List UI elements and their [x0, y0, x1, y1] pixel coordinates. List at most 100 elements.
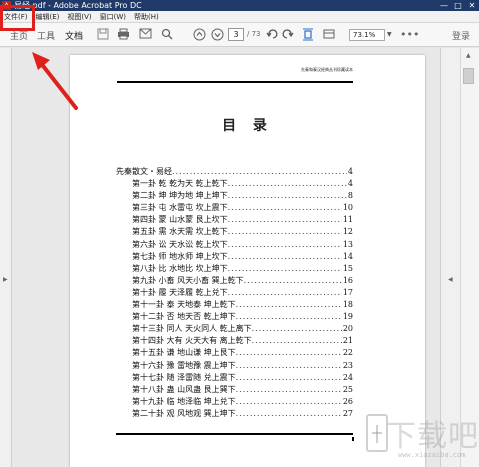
- toc-entry[interactable]: 第十八卦 蛊 山风蛊 艮上巽下 25: [116, 384, 353, 396]
- toc-entry[interactable]: 第十四卦 大有 火天大有 离上乾下 21: [116, 335, 353, 347]
- toc-entry-page: 4: [347, 167, 353, 176]
- expand-right-panel-icon[interactable]: ◀: [448, 276, 453, 283]
- menu-bar: 文件(F) 编辑(E) 视图(V) 窗口(W) 帮助(H): [0, 11, 479, 23]
- toc-entry-title: 第十一卦 泰 天地泰 坤上乾下: [132, 300, 236, 310]
- toc-entry[interactable]: 第四卦 蒙 山水蒙 艮上坎下 11: [116, 214, 353, 226]
- toc-entry[interactable]: 第三卦 屯 水雷屯 坎上震下 10: [116, 202, 353, 214]
- toc-entry-page: 20: [342, 324, 353, 334]
- close-button[interactable]: ✕: [465, 0, 479, 11]
- toc-entry-title: 第十四卦 大有 火天大有 离上乾下: [132, 336, 252, 346]
- email-icon[interactable]: [139, 28, 152, 41]
- toc-leader-dots: [236, 408, 342, 420]
- toc-leader-dots: [236, 372, 342, 384]
- toc-entry[interactable]: 第十二卦 否 地天否 乾上坤下 19: [116, 311, 353, 323]
- menu-window[interactable]: 窗口(W): [96, 11, 130, 22]
- toc-leader-dots: [252, 323, 342, 335]
- footer-mark: [352, 437, 354, 441]
- more-icon[interactable]: •••: [400, 28, 419, 41]
- minimize-button[interactable]: —: [437, 0, 451, 11]
- toc-leader-dots: [228, 190, 347, 202]
- running-head: 先秦和秦汉经典丛刊珍藏读本: [301, 67, 353, 72]
- toc-entry-page: 14: [342, 251, 353, 261]
- maximize-button[interactable]: □: [451, 0, 465, 11]
- rotate-left-icon[interactable]: [266, 28, 279, 41]
- toc-entry-page: 12: [342, 227, 353, 237]
- toc-leader-dots: [228, 178, 347, 190]
- menu-help[interactable]: 帮助(H): [130, 11, 163, 22]
- menu-view[interactable]: 视图(V): [63, 11, 95, 22]
- toc-entry[interactable]: 第十卦 履 天泽履 乾上兑下 17: [116, 287, 353, 299]
- header-rule: [117, 81, 353, 83]
- search-icon[interactable]: [160, 28, 173, 41]
- toc-leader-dots: [228, 251, 342, 263]
- toc-leader-dots: [228, 214, 342, 226]
- toc-entry-page: 23: [342, 360, 353, 370]
- scroll-thumb[interactable]: [463, 68, 474, 84]
- toc-entry-page: 26: [342, 396, 353, 406]
- zoom-input[interactable]: 73.1%: [349, 29, 385, 41]
- toc-entry-title: 第十六卦 豫 雷地豫 震上坤下: [132, 360, 236, 370]
- watermark: 下载吧 www.xiazaiba.com: [360, 405, 478, 465]
- toc-entry[interactable]: 第十三卦 同人 天火同人 乾上离下 20: [116, 323, 353, 335]
- highlight-box: [0, 5, 35, 31]
- toc-entry-page: 13: [342, 239, 353, 249]
- toc-entry-title: 第十卦 履 天泽履 乾上兑下: [132, 287, 228, 297]
- toc-leader-dots: [236, 396, 342, 408]
- toc-entry[interactable]: 第十六卦 豫 雷地豫 震上坤下 23: [116, 360, 353, 372]
- toc-entry[interactable]: 第八卦 比 水地比 坎上坤下 15: [116, 263, 353, 275]
- toc-leader-dots: [228, 226, 342, 238]
- toc-entry-title: 第八卦 比 水地比 坎上坤下: [132, 263, 228, 273]
- toc-entry[interactable]: 第一卦 乾 乾为天 乾上乾下 4: [116, 178, 353, 190]
- toc-entry[interactable]: 第十七卦 随 泽雷随 兑上震下 24: [116, 372, 353, 384]
- toc-entry[interactable]: 第二卦 坤 坤为地 坤上坤下 8: [116, 190, 353, 202]
- toc-entry[interactable]: 第十一卦 泰 天地泰 坤上乾下 18: [116, 299, 353, 311]
- toc-entry-title: 第十七卦 随 泽雷随 兑上震下: [132, 372, 236, 382]
- watermark-url: www.xiazaiba.com: [398, 451, 466, 459]
- scroll-up-icon[interactable]: ▲: [466, 52, 471, 59]
- toc-leader-dots: [244, 275, 342, 287]
- watermark-text: 下载吧: [386, 419, 479, 454]
- zoom-dropdown-icon[interactable]: ▼: [387, 29, 395, 41]
- tab-tools[interactable]: 工具: [37, 29, 55, 42]
- fit-page-icon[interactable]: [301, 28, 314, 41]
- toc-entry-title: 第十九卦 临 地泽临 坤上兑下: [132, 396, 236, 406]
- reading-mode-icon[interactable]: [322, 28, 335, 41]
- toc-entry-title: 第十八卦 蛊 山风蛊 艮上巽下: [132, 384, 236, 394]
- print-icon[interactable]: [117, 28, 130, 41]
- rotate-right-icon[interactable]: [281, 28, 294, 41]
- save-icon[interactable]: [96, 28, 109, 41]
- toc-entry-page: 18: [342, 300, 353, 310]
- toc-entry-page: 8: [347, 191, 353, 201]
- toc-entry-page: 25: [342, 384, 353, 394]
- toc-entry-title: 先秦散文・易经: [116, 167, 172, 176]
- toc-leader-dots: [236, 311, 342, 323]
- toc-entry-page: 10: [342, 203, 353, 213]
- toc-entry-page: 22: [342, 348, 353, 358]
- toc-entry[interactable]: 第五卦 需 水天需 坎上乾下 12: [116, 226, 353, 238]
- toc-entry-title: 第七卦 师 地水师 坤上坎下: [132, 251, 228, 261]
- toc-entry-page: 21: [342, 336, 353, 346]
- toc-entry[interactable]: 第十九卦 临 地泽临 坤上兑下 26: [116, 396, 353, 408]
- page-number-input[interactable]: 3: [228, 28, 244, 41]
- expand-left-panel-icon[interactable]: ▶: [3, 276, 8, 283]
- toc-entry-page: 16: [342, 275, 353, 285]
- toc-entry[interactable]: 第六卦 讼 天水讼 乾上坎下 13: [116, 239, 353, 251]
- toc-entry[interactable]: 第九卦 小畜 风天小畜 巽上乾下 16: [116, 275, 353, 287]
- toc-entry[interactable]: 第七卦 师 地水师 坤上坎下 14: [116, 251, 353, 263]
- toc-entry-title: 第十三卦 同人 天火同人 乾上离下: [132, 324, 252, 334]
- login-button[interactable]: 登录: [452, 29, 470, 42]
- left-panel-collapsed[interactable]: ▶: [0, 48, 12, 467]
- menu-edit[interactable]: 编辑(E): [32, 11, 64, 22]
- toolbar: 主页 工具 文档 3 / 73 73.1% ▼ ••• 登录: [0, 23, 479, 47]
- toc-entry-title: 第三卦 屯 水雷屯 坎上震下: [132, 203, 228, 213]
- window-controls: — □ ✕: [437, 0, 479, 11]
- page-total: / 73: [247, 30, 261, 38]
- page-down-icon[interactable]: [211, 28, 224, 41]
- toc-entry[interactable]: 先秦散文・易经 4: [116, 166, 353, 178]
- toc-entry[interactable]: 第二十卦 观 风地观 巽上坤下 27: [116, 408, 353, 420]
- page-up-icon[interactable]: [193, 28, 206, 41]
- tab-document[interactable]: 文档: [65, 29, 83, 42]
- toc-leader-dots: [236, 384, 342, 396]
- toc-entry[interactable]: 第十五卦 谦 地山谦 坤上艮下 22: [116, 347, 353, 359]
- toc-leader-dots: [228, 263, 342, 275]
